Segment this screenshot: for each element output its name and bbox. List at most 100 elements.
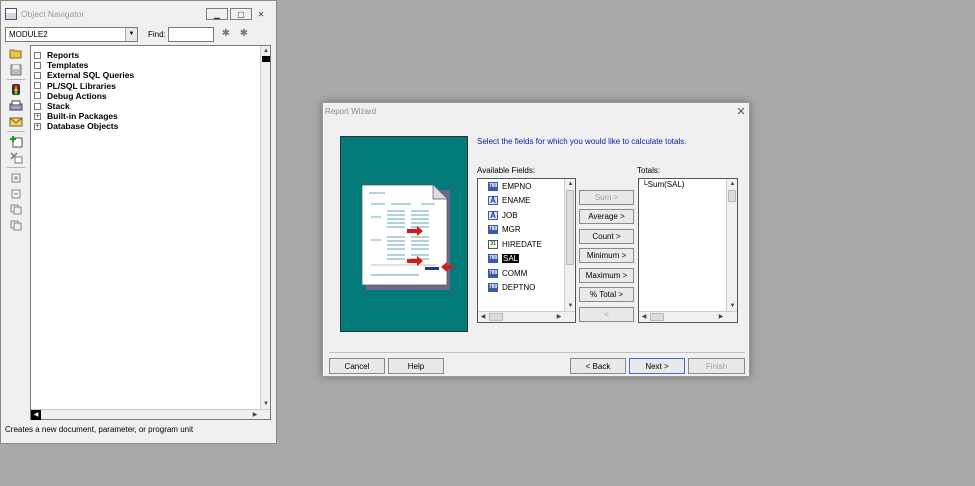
- open-icon[interactable]: [8, 47, 24, 60]
- field-name: ENAME: [502, 196, 531, 206]
- scroll-up-icon[interactable]: ▲: [727, 179, 738, 189]
- tree-node-label: Debug Actions: [47, 90, 107, 101]
- scroll-right-icon[interactable]: ▶: [716, 312, 726, 322]
- instruction-text: Select the fields for which you would li…: [477, 137, 687, 146]
- tree-node[interactable]: External SQL Queries: [31, 70, 270, 80]
- available-field-item[interactable]: 789 EMPNO: [478, 179, 575, 194]
- scroll-thumb[interactable]: [566, 190, 574, 265]
- totals-hscroll[interactable]: ◀ ▶: [639, 311, 737, 322]
- available-field-item[interactable]: 31 HIREDATE: [478, 237, 575, 252]
- save-icon[interactable]: [8, 63, 24, 76]
- scroll-up-icon[interactable]: ▲: [565, 179, 576, 189]
- minimum-button[interactable]: Minimum >: [579, 248, 634, 263]
- tree-horizontal-scrollbar[interactable]: ◀ ▶: [31, 409, 270, 420]
- tree-node[interactable]: Debug Actions: [31, 91, 270, 101]
- tree-node[interactable]: + Built-in Packages: [31, 111, 270, 121]
- help-button[interactable]: Help: [388, 358, 444, 374]
- tree-node-label: PL/SQL Libraries: [47, 80, 116, 91]
- scroll-left-icon[interactable]: ◀: [478, 312, 488, 322]
- tree-node-label: Stack: [47, 101, 70, 112]
- finish-button[interactable]: Finish: [688, 358, 745, 374]
- available-field-item[interactable]: 789 SAL: [478, 252, 575, 267]
- text-field-icon: A: [488, 210, 498, 220]
- back-button[interactable]: < Back: [570, 358, 626, 374]
- module-select-value: MODULE2: [9, 29, 48, 39]
- scroll-thumb[interactable]: [489, 313, 503, 321]
- date-field-icon: 31: [488, 239, 498, 249]
- delete-icon[interactable]: [8, 151, 24, 164]
- tree-node[interactable]: Stack: [31, 101, 270, 111]
- tree-node-box-icon[interactable]: [34, 71, 41, 79]
- tree-node[interactable]: Reports: [31, 50, 270, 60]
- scroll-right-icon[interactable]: ▶: [554, 312, 564, 322]
- cancel-button[interactable]: Cancel: [329, 358, 385, 374]
- tree-node[interactable]: Templates: [31, 60, 270, 70]
- chevron-down-icon[interactable]: ▼: [125, 27, 137, 41]
- tree-node[interactable]: + Database Objects: [31, 121, 270, 131]
- field-name: MGR: [502, 225, 521, 235]
- percent-total-button[interactable]: % Total >: [579, 287, 634, 302]
- next-button[interactable]: Next >: [629, 358, 685, 374]
- remove-button[interactable]: <: [579, 307, 634, 322]
- available-fields-hscroll[interactable]: ◀ ▶: [478, 311, 575, 322]
- minimize-button[interactable]: ▁: [206, 8, 228, 20]
- scroll-thumb[interactable]: [728, 190, 736, 202]
- expand-icon[interactable]: [8, 171, 24, 184]
- scroll-thumb[interactable]: [650, 313, 664, 321]
- totals-list[interactable]: └Sum(SAL) ▲ ▼ ◀ ▶: [638, 178, 738, 323]
- object-navigator-window: Object Navigator ▁ ▢ ✕ MODULE2 ▼ Find: ✱…: [0, 0, 277, 444]
- scroll-thumb[interactable]: [262, 56, 270, 62]
- totals-label: Totals:: [637, 166, 661, 175]
- find-previous-icon[interactable]: ✱: [238, 28, 250, 40]
- expand-all-icon[interactable]: [8, 203, 24, 216]
- close-button[interactable]: ✕: [254, 8, 268, 20]
- maximize-button[interactable]: ▢: [230, 8, 252, 20]
- available-fields-items: 789 EMPNO A ENAME A JOB 789 MGR 31 HIREDATE 789 SAL…: [478, 179, 575, 295]
- collapse-all-icon[interactable]: [8, 219, 24, 232]
- tree-node-box-icon[interactable]: [34, 92, 41, 100]
- collapse-icon[interactable]: [8, 187, 24, 200]
- expand-node-icon[interactable]: +: [34, 112, 41, 120]
- create-icon[interactable]: [8, 135, 24, 148]
- scroll-up-icon[interactable]: ▲: [261, 46, 271, 56]
- count-button[interactable]: Count >: [579, 229, 634, 244]
- available-field-item[interactable]: 789 DEPTNO: [478, 281, 575, 296]
- scroll-down-icon[interactable]: ▼: [261, 399, 271, 409]
- total-item[interactable]: └Sum(SAL): [639, 179, 737, 189]
- available-field-item[interactable]: A JOB: [478, 208, 575, 223]
- tree-node-box-icon[interactable]: [34, 102, 41, 110]
- scroll-left-icon[interactable]: ◀: [639, 312, 649, 322]
- tree-node-label: External SQL Queries: [47, 70, 135, 81]
- available-field-item[interactable]: 789 MGR: [478, 223, 575, 238]
- navigator-side-toolbar: [5, 45, 27, 421]
- close-icon[interactable]: ✕: [733, 105, 749, 118]
- scroll-right-icon[interactable]: ▶: [250, 410, 260, 420]
- navigator-tree[interactable]: Reports Templates External SQL Queries PL/S…: [30, 45, 271, 420]
- print-icon[interactable]: [8, 99, 24, 112]
- available-field-item[interactable]: A ENAME: [478, 194, 575, 209]
- find-next-icon[interactable]: ✱: [220, 28, 232, 40]
- scroll-down-icon[interactable]: ▼: [565, 301, 576, 311]
- available-field-item[interactable]: 789 COMM: [478, 266, 575, 281]
- find-input[interactable]: [167, 26, 214, 42]
- scroll-down-icon[interactable]: ▼: [727, 301, 738, 311]
- module-select[interactable]: MODULE2 ▼: [5, 26, 138, 42]
- totals-vscroll[interactable]: ▲ ▼: [726, 179, 737, 322]
- available-fields-list[interactable]: 789 EMPNO A ENAME A JOB 789 MGR 31 HIREDATE 789 SAL…: [477, 178, 576, 323]
- tree-vertical-scrollbar[interactable]: ▲ ▼: [260, 46, 270, 419]
- tree-node-box-icon[interactable]: [34, 82, 41, 90]
- expand-node-icon[interactable]: +: [34, 122, 41, 130]
- run-icon[interactable]: [8, 83, 24, 96]
- scroll-left-icon[interactable]: ◀: [31, 410, 41, 420]
- maximum-button[interactable]: Maximum >: [579, 268, 634, 283]
- tree-node[interactable]: PL/SQL Libraries: [31, 81, 270, 91]
- dialog-title-bar[interactable]: Report Wizard ✕: [323, 103, 749, 119]
- mail-icon[interactable]: [8, 115, 24, 128]
- tree-node-box-icon[interactable]: [34, 61, 41, 69]
- average-button[interactable]: Average >: [579, 209, 634, 224]
- tree-list: Reports Templates External SQL Queries PL/S…: [31, 46, 270, 132]
- sum-button[interactable]: Sum >: [579, 190, 634, 205]
- number-field-icon: 789: [488, 254, 498, 264]
- available-fields-vscroll[interactable]: ▲ ▼: [564, 179, 575, 322]
- tree-node-box-icon[interactable]: [34, 51, 41, 59]
